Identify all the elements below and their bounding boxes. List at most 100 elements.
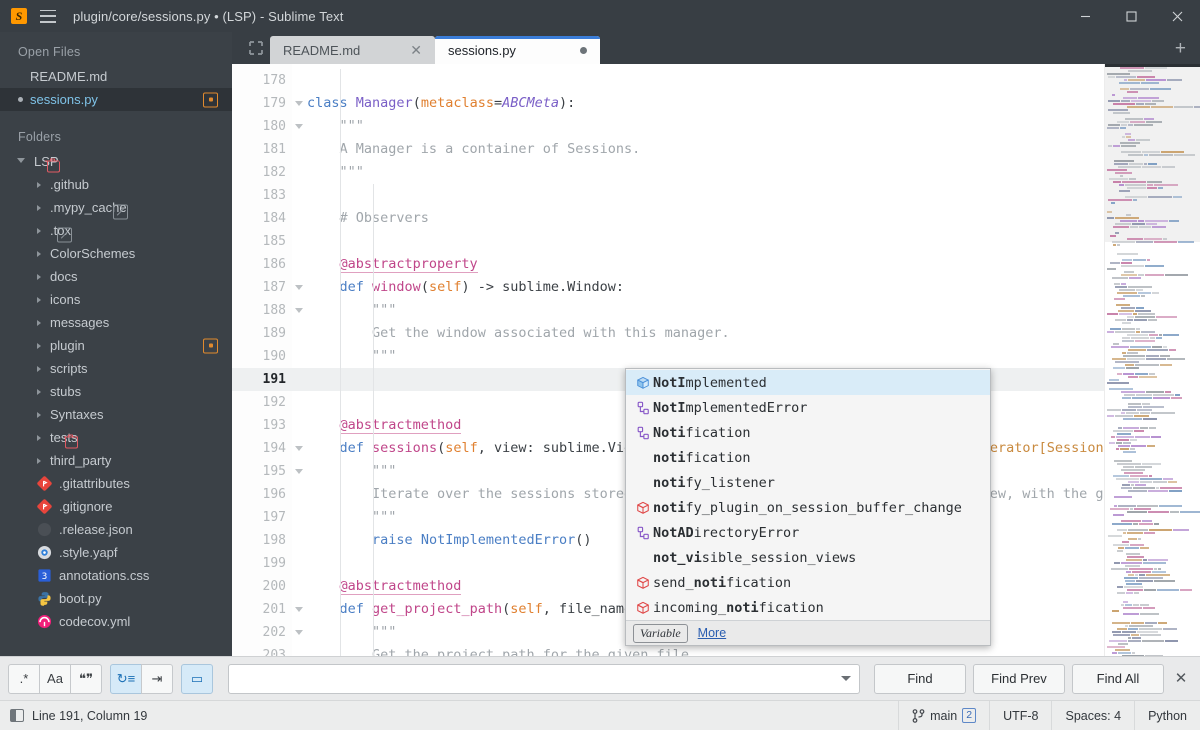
wrap-toggle[interactable]: ↻≡ bbox=[110, 663, 142, 694]
autocomplete-item[interactable]: notify_listener bbox=[626, 470, 990, 495]
completion-kind-badge: Variable bbox=[633, 623, 688, 643]
menu-hamburger-icon[interactable] bbox=[40, 9, 56, 23]
folder-status-orange-icon[interactable] bbox=[203, 338, 218, 353]
chevron-right-icon[interactable] bbox=[37, 250, 41, 257]
tree-folder-item[interactable]: plugin bbox=[0, 334, 232, 357]
chevron-down-icon[interactable] bbox=[833, 676, 859, 681]
tree-folder-item[interactable]: scripts bbox=[0, 357, 232, 380]
regex-toggle[interactable]: .* bbox=[8, 663, 40, 694]
autocomplete-item-label: notification bbox=[653, 449, 751, 466]
autocomplete-item[interactable]: NotImplemented bbox=[626, 370, 990, 395]
tree-file-item[interactable]: .release.json bbox=[0, 518, 232, 541]
chevron-right-icon[interactable] bbox=[37, 342, 41, 349]
folder-status-orange-icon[interactable] bbox=[203, 92, 218, 107]
chevron-right-icon[interactable] bbox=[37, 273, 41, 280]
minimap-viewport[interactable] bbox=[1105, 64, 1200, 242]
find-input[interactable] bbox=[229, 665, 833, 692]
chevron-right-icon[interactable] bbox=[37, 204, 41, 211]
tree-file-item[interactable]: boot.py bbox=[0, 587, 232, 610]
class-node-icon bbox=[633, 401, 653, 415]
chevron-right-icon[interactable] bbox=[37, 411, 41, 418]
folder-status-grey-icon[interactable] bbox=[56, 227, 72, 242]
autocomplete-list[interactable]: NotImplemented NotImplementedError Notific… bbox=[626, 369, 990, 620]
chevron-right-icon[interactable] bbox=[37, 388, 41, 395]
tree-folder-item[interactable]: Syntaxes bbox=[0, 403, 232, 426]
chevron-right-icon[interactable] bbox=[37, 457, 41, 464]
tree-file-item[interactable]: codecov.yml bbox=[0, 610, 232, 633]
whole-word-toggle[interactable]: ❝❞ bbox=[70, 663, 102, 694]
trash-icon[interactable] bbox=[63, 434, 79, 449]
tree-folder-item[interactable]: messages bbox=[0, 311, 232, 334]
tree-folder-item[interactable]: third_party bbox=[0, 449, 232, 472]
minimap-line bbox=[1105, 427, 1200, 429]
chevron-right-icon[interactable] bbox=[37, 227, 41, 234]
find-input-wrapper[interactable] bbox=[228, 663, 860, 694]
indentation-indicator[interactable]: Spaces: 4 bbox=[1051, 700, 1134, 730]
minimap[interactable] bbox=[1104, 64, 1200, 656]
chevron-right-icon[interactable] bbox=[37, 365, 41, 372]
folder-status-grey-icon[interactable] bbox=[112, 204, 128, 219]
git-icon bbox=[37, 499, 52, 514]
autocomplete-item[interactable]: send_notification bbox=[626, 570, 990, 595]
chevron-down-icon[interactable] bbox=[17, 157, 25, 166]
autocomplete-item[interactable]: NotImplementedError bbox=[626, 395, 990, 420]
autocomplete-item[interactable]: not_visible_session_views bbox=[626, 545, 990, 570]
tree-folder-item[interactable]: stubs bbox=[0, 380, 232, 403]
autocomplete-item[interactable]: incoming_notification bbox=[626, 595, 990, 620]
autocomplete-item[interactable]: notification bbox=[626, 445, 990, 470]
case-sensitive-toggle[interactable]: Aa bbox=[39, 663, 71, 694]
chevron-right-icon[interactable] bbox=[37, 296, 41, 303]
syntax-indicator[interactable]: Python bbox=[1134, 700, 1200, 730]
tree-file-item[interactable]: .gitignore bbox=[0, 495, 232, 518]
in-selection-toggle[interactable]: ⇥ bbox=[141, 663, 173, 694]
minimap-line bbox=[1105, 631, 1200, 633]
tree-file-item[interactable]: 3 annotations.css bbox=[0, 564, 232, 587]
editor-tab[interactable]: sessions.py bbox=[435, 36, 600, 64]
sidebar-toggle-icon[interactable] bbox=[10, 709, 24, 722]
open-file-item[interactable]: sessions.py bbox=[0, 88, 232, 111]
chevron-right-icon[interactable] bbox=[37, 181, 41, 188]
trash-icon[interactable] bbox=[45, 158, 60, 173]
find-all-button[interactable]: Find All bbox=[1072, 663, 1164, 694]
tree-folder-item[interactable]: LSP bbox=[0, 150, 232, 173]
split-view-icon[interactable] bbox=[242, 32, 270, 64]
minimap-line bbox=[1105, 298, 1200, 300]
tree-folder-item[interactable]: tests bbox=[0, 426, 232, 449]
tree-folder-item[interactable]: icons bbox=[0, 288, 232, 311]
tree-item-label: scripts bbox=[50, 361, 88, 376]
minimap-line bbox=[1105, 559, 1200, 561]
branch-indicator[interactable]: main 2 bbox=[898, 700, 989, 730]
tree-folder-item[interactable]: .mypy_cache bbox=[0, 196, 232, 219]
editor-tab[interactable]: README.md ✕ bbox=[270, 36, 435, 64]
minimize-button[interactable] bbox=[1062, 0, 1108, 32]
new-tab-button[interactable]: + bbox=[1175, 39, 1186, 58]
chevron-right-icon[interactable] bbox=[37, 434, 41, 441]
highlight-toggle[interactable]: ▭ bbox=[181, 663, 213, 694]
tree-item-label: docs bbox=[50, 269, 78, 284]
autocomplete-item[interactable]: notify_plugin_on_session_buffer_change bbox=[626, 495, 990, 520]
close-find-panel-icon[interactable]: ✕ bbox=[1170, 671, 1192, 686]
find-button[interactable]: Find bbox=[874, 663, 966, 694]
autocomplete-popup[interactable]: NotImplemented NotImplementedError Notific… bbox=[625, 368, 991, 646]
tree-folder-item[interactable]: .tox bbox=[0, 219, 232, 242]
tree-folder-item[interactable]: ColorSchemes bbox=[0, 242, 232, 265]
find-prev-button[interactable]: Find Prev bbox=[973, 663, 1065, 694]
tree-folder-item[interactable]: docs bbox=[0, 265, 232, 288]
tree-file-item[interactable]: .gitattributes bbox=[0, 472, 232, 495]
chevron-right-icon[interactable] bbox=[37, 319, 41, 326]
branch-count-badge: 2 bbox=[962, 708, 977, 723]
python-icon bbox=[37, 591, 52, 606]
line-number-gutter: 178 179 180 181 182 183 184 185 186 187 188 189 190 1… bbox=[232, 64, 303, 656]
tree-file-item[interactable]: .style.yapf bbox=[0, 541, 232, 564]
maximize-button[interactable] bbox=[1108, 0, 1154, 32]
autocomplete-item[interactable]: NotADirectoryError bbox=[626, 520, 990, 545]
tab-close-icon[interactable]: ✕ bbox=[410, 43, 422, 57]
minimap-line bbox=[1105, 607, 1200, 609]
sublime-text-window: S plugin/core/sessions.py • (LSP) - Subl… bbox=[0, 0, 1200, 730]
open-file-item[interactable]: README.md bbox=[0, 65, 232, 88]
close-button[interactable] bbox=[1154, 0, 1200, 32]
more-link[interactable]: More bbox=[698, 626, 726, 640]
encoding-indicator[interactable]: UTF-8 bbox=[989, 700, 1051, 730]
autocomplete-item[interactable]: Notification bbox=[626, 420, 990, 445]
tree-folder-item[interactable]: .github bbox=[0, 173, 232, 196]
